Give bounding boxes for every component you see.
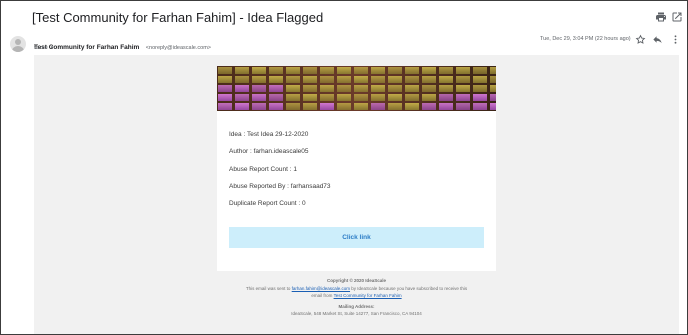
more-vert-icon[interactable] — [670, 34, 681, 45]
chevron-down-icon[interactable]: ▼ — [50, 45, 54, 50]
recipient-details-toggle[interactable]: to me ▼ — [34, 45, 54, 51]
footer-sent-notice: This email was sent to farhan.fahim@idea… — [217, 285, 496, 293]
footer-sent-prefix: This email was sent to — [245, 285, 291, 291]
avatar — [10, 36, 26, 52]
footer-mailing-address: IdeaScale, 548 Market St, Suite 14277, S… — [291, 311, 422, 316]
footer-copyright: Copyright © 2020 IdeaScale — [326, 278, 387, 283]
community-link[interactable]: Test Community for Farhan Fahim — [334, 293, 402, 298]
abuse-reported-by-detail: Abuse Reported By : farhansaad73 — [229, 183, 331, 190]
footer-sent-from-prefix: email from — [311, 293, 333, 298]
notification-card: Idea : Test Idea 29-12-2020 Author : far… — [217, 66, 496, 271]
email-footer: Copyright © 2020 IdeaScale This email wa… — [217, 277, 496, 318]
sender-email: <noreply@ideascale.com> — [145, 45, 211, 51]
recipient-label: to me — [34, 45, 48, 51]
email-window: [Test Community for Farhan Fahim] - Idea… — [0, 0, 688, 335]
duplicate-report-count-detail: Duplicate Report Count : 0 — [229, 200, 306, 207]
recipient-email-link[interactable]: farhan.fahim@ideascale.com — [292, 286, 350, 291]
abuse-report-count-detail: Abuse Report Count : 1 — [229, 166, 297, 173]
email-subject: [Test Community for Farhan Fahim] - Idea… — [32, 10, 324, 25]
reply-icon[interactable] — [652, 34, 663, 45]
email-timestamp: Tue, Dec 29, 3:04 PM (22 hours ago) — [540, 36, 631, 42]
footer-sent-middle: by IdeaScale because you have subscribed… — [351, 285, 468, 291]
idea-detail: Idea : Test Idea 29-12-2020 — [229, 131, 309, 138]
author-detail: Author : farhan.ideascale05 — [229, 148, 309, 155]
footer-mailing-title: Mailing Address: — [338, 303, 375, 309]
print-icon[interactable] — [655, 11, 667, 23]
footer-sent-from: email from Test Community for Farhan Fah… — [217, 292, 496, 300]
header-banner-image — [217, 66, 496, 111]
sender-line: Test Community for Farhan Fahim <noreply… — [34, 36, 211, 54]
star-icon[interactable] — [635, 34, 646, 45]
open-in-new-window-icon[interactable] — [671, 11, 683, 23]
click-link-button[interactable]: Click link — [229, 227, 484, 248]
